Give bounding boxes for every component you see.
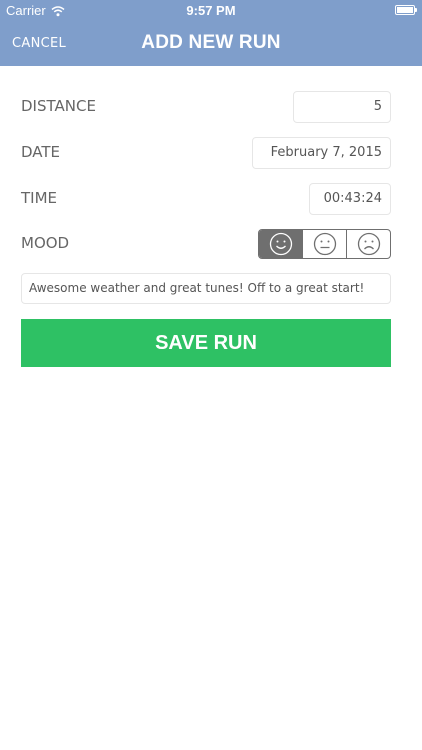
mood-selector	[258, 229, 391, 259]
happy-face-icon	[269, 232, 292, 256]
distance-label: DISTANCE	[21, 97, 96, 115]
mood-label: MOOD	[21, 234, 70, 252]
save-run-button[interactable]: SAVE RUN	[21, 319, 391, 367]
time-label: TIME	[21, 189, 58, 207]
status-time: 9:57 PM	[186, 3, 236, 18]
battery-icon	[395, 5, 417, 15]
time-field[interactable]: 00:43:24	[309, 183, 391, 215]
neutral-face-icon	[313, 232, 336, 256]
sad-face-icon	[357, 232, 380, 256]
status-bar: Carrier 9:57 PM	[0, 0, 422, 22]
notes-field[interactable]: Awesome weather and great tunes! Off to …	[21, 273, 391, 304]
navigation-header: Carrier 9:57 PM CANCEL ADD NEW RUN	[0, 0, 422, 66]
distance-field[interactable]: 5	[293, 91, 391, 123]
date-label: DATE	[21, 143, 61, 161]
mood-neutral-button[interactable]	[302, 230, 346, 258]
page-title: ADD NEW RUN	[141, 32, 281, 53]
mood-sad-button[interactable]	[346, 230, 390, 258]
mood-happy-button[interactable]	[259, 230, 302, 258]
date-field[interactable]: February 7, 2015	[252, 137, 391, 169]
